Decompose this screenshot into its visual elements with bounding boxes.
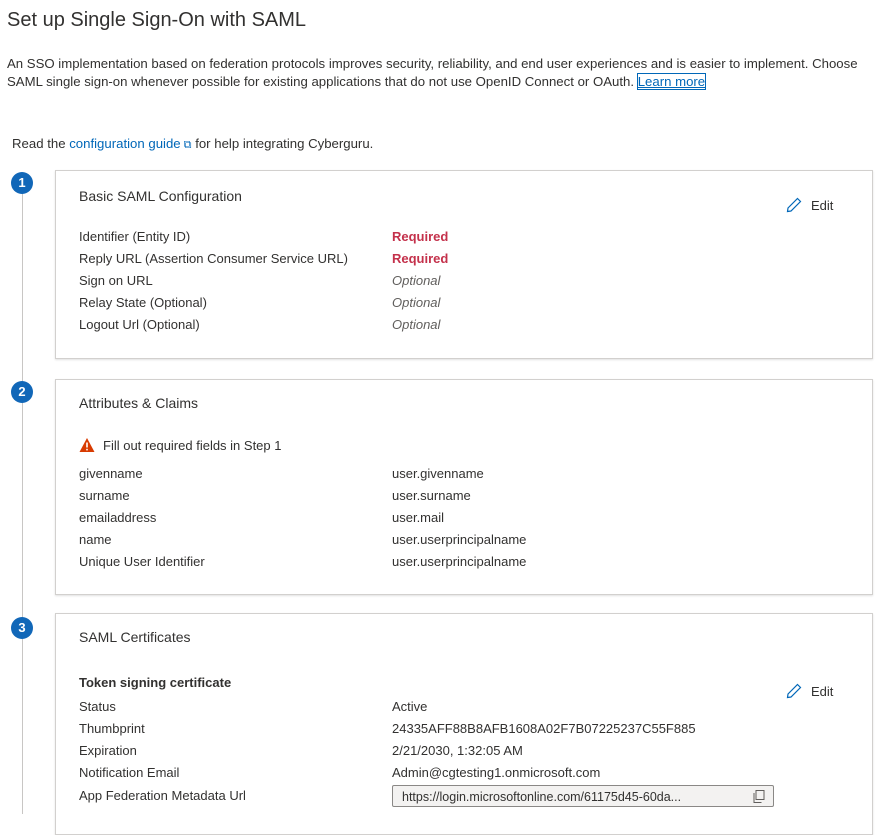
row-label: surname <box>79 488 130 503</box>
row-value: user.mail <box>392 510 445 525</box>
row-value: user.givenname <box>392 466 484 481</box>
row-label: Thumbprint <box>79 721 145 736</box>
intro-text: An SSO implementation based on federatio… <box>7 56 858 89</box>
row-value: user.surname <box>392 488 471 503</box>
row-label: Relay State (Optional) <box>79 295 207 310</box>
row-label: Identifier (Entity ID) <box>79 229 191 244</box>
warning-icon <box>79 438 95 452</box>
step-2-badge: 2 <box>11 381 33 403</box>
config-row: Sign on URL Optional <box>79 271 839 291</box>
row-label: name <box>79 532 112 547</box>
pencil-icon <box>786 197 802 213</box>
row-value: 2/21/2030, 1:32:05 AM <box>392 743 523 758</box>
guide-suffix: for help integrating Cyberguru. <box>195 136 374 151</box>
row-value: Optional <box>392 295 441 310</box>
config-row: Identifier (Entity ID) Required <box>79 227 839 247</box>
row-value: Required <box>392 251 449 266</box>
config-row: Relay State (Optional) Optional <box>79 293 839 313</box>
learn-more-link[interactable]: Learn more <box>636 73 707 90</box>
copy-icon[interactable] <box>753 790 765 803</box>
row-label: emailaddress <box>79 510 157 525</box>
row-value: user.userprincipalname <box>392 532 527 547</box>
config-row: Logout Url (Optional) Optional <box>79 315 839 335</box>
row-label: Expiration <box>79 743 137 758</box>
claim-row: emailaddress user.mail <box>79 508 839 528</box>
row-value: Required <box>392 229 449 244</box>
warning-text: Fill out required fields in Step 1 <box>103 437 282 453</box>
step-1-badge: 1 <box>11 172 33 194</box>
claim-row: name user.userprincipalname <box>79 530 839 550</box>
row-value: user.userprincipalname <box>392 554 527 569</box>
saml-certificates-card: SAML Certificates Token signing certific… <box>55 613 873 835</box>
row-label: Reply URL (Assertion Consumer Service UR… <box>79 251 348 266</box>
certificate-row: Notification Email Admin@cgtesting1.onmi… <box>79 763 839 783</box>
warning-message: Fill out required fields in Step 1 <box>79 437 281 453</box>
config-row: Reply URL (Assertion Consumer Service UR… <box>79 249 839 269</box>
row-label: Notification Email <box>79 765 180 780</box>
guide-prefix: Read the <box>12 136 66 151</box>
certificate-row: Status Active <box>79 697 839 717</box>
row-value: 24335AFF88B8AFB1608A02F7B07225237C55F885 <box>392 721 696 736</box>
step-3-badge: 3 <box>11 617 33 639</box>
intro-paragraph: An SSO implementation based on federatio… <box>7 55 877 91</box>
page-title: Set up Single Sign-On with SAML <box>7 9 307 31</box>
row-label: givenname <box>79 466 143 481</box>
row-label: Sign on URL <box>79 273 153 288</box>
guide-line: Read the configuration guide ⧉ for help i… <box>12 136 373 152</box>
certificate-row: Thumbprint 24335AFF88B8AFB1608A02F7B0722… <box>79 719 839 739</box>
metadata-url-field[interactable]: https://login.microsoftonline.com/61175d… <box>392 785 774 807</box>
row-label: App Federation Metadata Url <box>79 788 246 803</box>
row-label: Status <box>79 699 116 714</box>
certificate-row: App Federation Metadata Url https://logi… <box>79 785 839 807</box>
configuration-guide-link[interactable]: configuration guide <box>69 136 180 151</box>
edit-basic-saml-button[interactable]: Edit <box>785 196 833 214</box>
steps-connector-line <box>22 188 23 814</box>
card-title: Basic SAML Configuration <box>79 188 242 204</box>
claim-row: givenname user.givenname <box>79 464 839 484</box>
row-label: Unique User Identifier <box>79 554 205 569</box>
row-value: Active <box>392 699 428 714</box>
card-title: Attributes & Claims <box>79 395 199 411</box>
basic-saml-configuration-card: Basic SAML Configuration Edit Identifier… <box>55 170 873 359</box>
card-title: SAML Certificates <box>79 629 191 645</box>
claim-row: surname user.surname <box>79 486 839 506</box>
claim-row: Unique User Identifier user.userprincipa… <box>79 552 839 572</box>
metadata-url-value: https://login.microsoftonline.com/61175d… <box>402 790 682 804</box>
certificate-row: Expiration 2/21/2030, 1:32:05 AM <box>79 741 839 761</box>
row-value: Optional <box>392 317 441 332</box>
attributes-claims-card: Attributes & Claims Fill out required fi… <box>55 379 873 595</box>
token-signing-heading: Token signing certificate <box>79 675 232 690</box>
row-value: Optional <box>392 273 441 288</box>
edit-label: Edit <box>811 197 834 213</box>
external-link-icon: ⧉ <box>183 139 192 151</box>
row-value: Admin@cgtesting1.onmicrosoft.com <box>392 765 601 780</box>
row-label: Logout Url (Optional) <box>79 317 200 332</box>
